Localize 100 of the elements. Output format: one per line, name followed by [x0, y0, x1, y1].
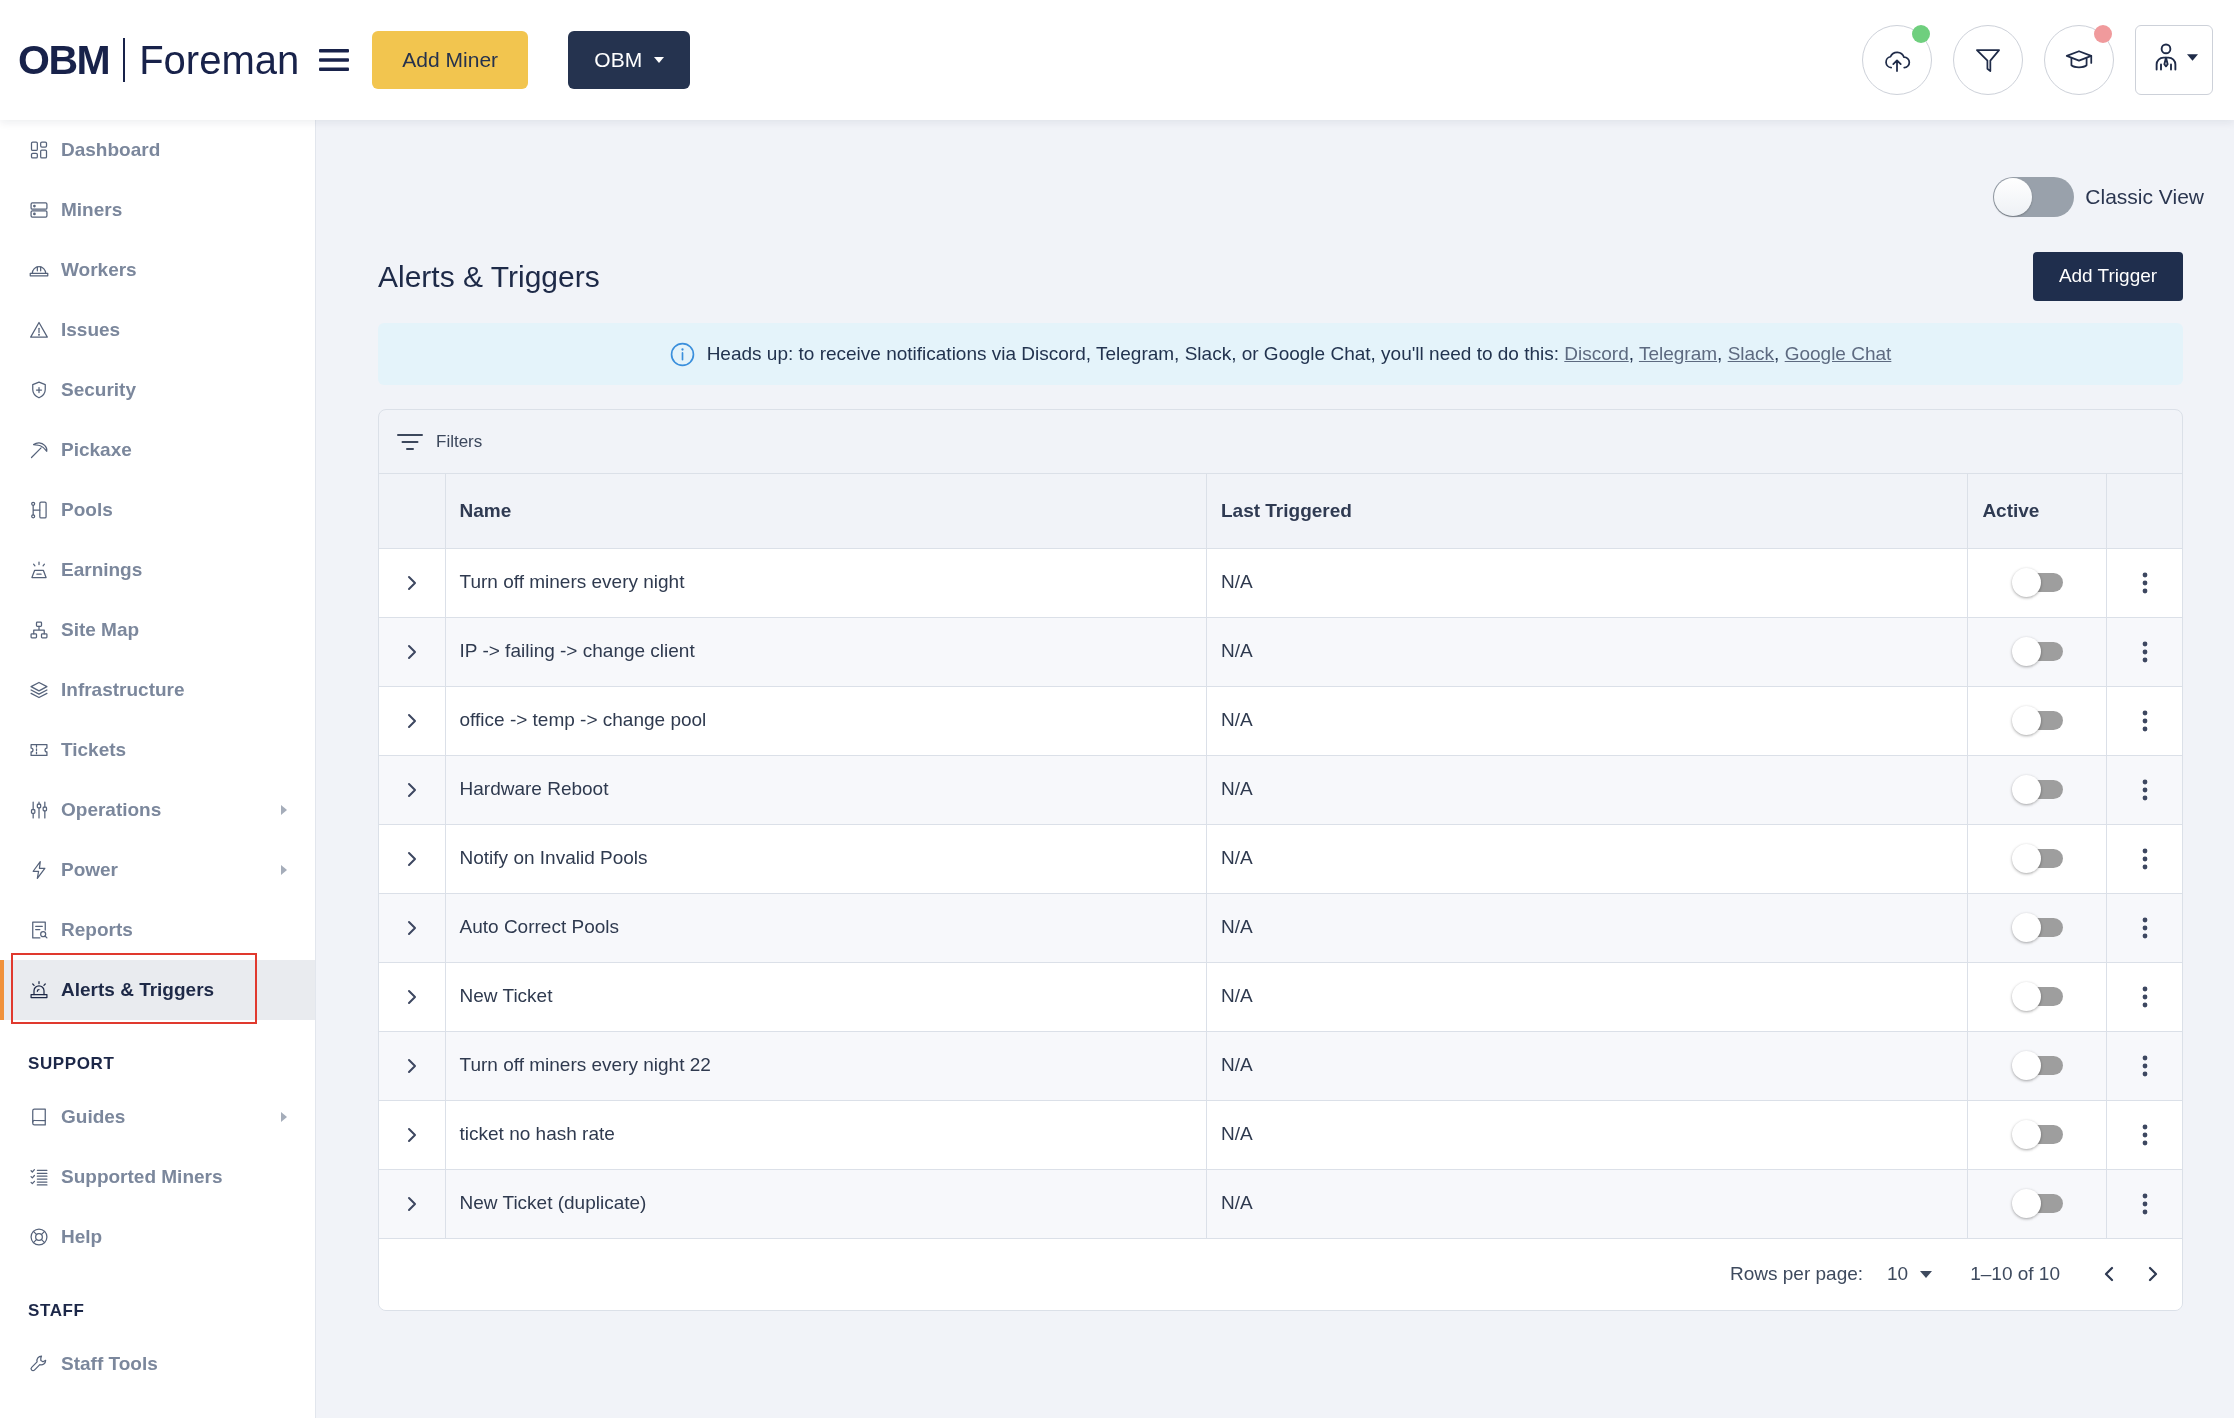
- sidebar-item[interactable]: Workers: [0, 240, 315, 300]
- info-icon: [669, 341, 695, 367]
- column-header: Active: [1967, 474, 2107, 548]
- kebab-menu-icon[interactable]: [2141, 1054, 2148, 1077]
- filters-button[interactable]: Filters: [393, 428, 487, 455]
- chevron-left-icon[interactable]: [2104, 1266, 2114, 1282]
- chevron-right-icon[interactable]: [406, 574, 417, 591]
- layers-icon: [29, 680, 49, 700]
- table-cell: Auto Correct Pools: [445, 893, 1207, 962]
- table-cell: N/A: [1206, 686, 1968, 755]
- add-miner-button[interactable]: Add Miner: [372, 31, 529, 89]
- table-cell: N/A: [1206, 755, 1968, 824]
- sidebar-item[interactable]: Reports: [0, 900, 315, 960]
- menu-icon[interactable]: [319, 48, 350, 72]
- toggle-switch[interactable]: [2011, 1189, 2063, 1218]
- sidebar-item[interactable]: Operations: [0, 780, 315, 840]
- chevron-right-icon[interactable]: [406, 919, 417, 936]
- wrench-icon: [29, 1354, 49, 1374]
- table-cell: IP -> failing -> change client: [445, 617, 1207, 686]
- toggle-switch[interactable]: [2011, 706, 2063, 735]
- sidebar-item[interactable]: Alerts & Triggers: [0, 960, 315, 1020]
- column-header: Name: [445, 474, 1207, 548]
- sliders-icon: [29, 800, 49, 820]
- caret-down-icon: [654, 57, 665, 63]
- link[interactable]: Discord: [1564, 342, 1629, 364]
- caret-down-icon: [1920, 1270, 1933, 1278]
- table-cell: N/A: [1206, 893, 1968, 962]
- toggle-switch[interactable]: [2011, 844, 2063, 873]
- sidebar-item[interactable]: Pools: [0, 480, 315, 540]
- chevron-right-icon[interactable]: [406, 988, 417, 1005]
- account-button[interactable]: [2135, 25, 2213, 95]
- table-cell: N/A: [1206, 1169, 1968, 1238]
- rows-per-page-label: Rows per page:: [1729, 1261, 1864, 1286]
- sidebar-item[interactable]: Staff Tools: [0, 1334, 315, 1394]
- checklist-icon: [29, 1167, 49, 1187]
- chevron-right-icon[interactable]: [406, 1057, 417, 1074]
- column-header: Last Triggered: [1206, 474, 1968, 548]
- table-cell: Turn off miners every night 22: [445, 1031, 1207, 1100]
- toggle-switch[interactable]: [2011, 1120, 2063, 1149]
- page-range-label: 1–10 of 10: [1970, 1261, 2060, 1286]
- toggle-switch[interactable]: [2011, 775, 2063, 804]
- chevron-right-icon[interactable]: [406, 712, 417, 729]
- link[interactable]: Google Chat: [1784, 342, 1892, 364]
- table-cell: New Ticket (duplicate): [445, 1169, 1207, 1238]
- table-cell: N/A: [1206, 1031, 1968, 1100]
- rows-per-page-select[interactable]: 10: [1885, 1259, 1935, 1289]
- chevron-right-icon[interactable]: [406, 850, 417, 867]
- table-cell: Turn off miners every night: [445, 548, 1207, 617]
- sidebar-item[interactable]: Issues: [0, 300, 315, 360]
- filter-icon: [1974, 46, 2002, 74]
- sidebar-item[interactable]: Pickaxe: [0, 420, 315, 480]
- table-cell: N/A: [1206, 824, 1968, 893]
- table-cell: Notify on Invalid Pools: [445, 824, 1207, 893]
- add-trigger-button[interactable]: Add Trigger: [2033, 252, 2183, 301]
- kebab-menu-icon[interactable]: [2141, 571, 2148, 594]
- chevron-right-icon[interactable]: [406, 1195, 417, 1212]
- sidebar-item[interactable]: Tickets: [0, 720, 315, 780]
- page-title: Alerts & Triggers: [378, 258, 600, 295]
- link[interactable]: Slack: [1727, 342, 1775, 364]
- chevron-right-icon[interactable]: [406, 643, 417, 660]
- sidebar-item[interactable]: Guides: [0, 1087, 315, 1147]
- table-cell: N/A: [1206, 962, 1968, 1031]
- caret-down-icon: [2186, 53, 2198, 61]
- sidebar-item[interactable]: Help: [0, 1207, 315, 1267]
- sidebar-item[interactable]: Supported Miners: [0, 1147, 315, 1207]
- sidebar-item[interactable]: Earnings: [0, 540, 315, 600]
- chevron-right-icon[interactable]: [2148, 1266, 2158, 1282]
- ingot-icon: [29, 560, 49, 580]
- sidebar-item[interactable]: Power: [0, 840, 315, 900]
- kebab-menu-icon[interactable]: [2141, 1192, 2148, 1215]
- organization-dropdown[interactable]: OBM: [568, 31, 691, 89]
- toggle-switch[interactable]: [2011, 568, 2063, 597]
- kebab-menu-icon[interactable]: [2141, 778, 2148, 801]
- kebab-menu-icon[interactable]: [2141, 640, 2148, 663]
- toggle-switch[interactable]: [2011, 913, 2063, 942]
- kebab-menu-icon[interactable]: [2141, 1123, 2148, 1146]
- sidebar-item[interactable]: Security: [0, 360, 315, 420]
- toggle-switch[interactable]: [2011, 637, 2063, 666]
- toggle-switch[interactable]: [2011, 982, 2063, 1011]
- sidebar-item[interactable]: Infrastructure: [0, 660, 315, 720]
- link[interactable]: Telegram: [1638, 342, 1718, 364]
- logo-mark: OBM: [18, 39, 110, 81]
- table-cell: New Ticket: [445, 962, 1207, 1031]
- sidebar-item[interactable]: Site Map: [0, 600, 315, 660]
- kebab-menu-icon[interactable]: [2141, 847, 2148, 870]
- sidebar-item[interactable]: Dashboard: [0, 120, 315, 180]
- chevron-right-icon[interactable]: [406, 781, 417, 798]
- chevron-right-icon[interactable]: [406, 1126, 417, 1143]
- kebab-menu-icon[interactable]: [2141, 985, 2148, 1008]
- kebab-menu-icon[interactable]: [2141, 916, 2148, 939]
- kebab-menu-icon[interactable]: [2141, 709, 2148, 732]
- sidebar-item[interactable]: Miners: [0, 180, 315, 240]
- table-cell: ticket no hash rate: [445, 1100, 1207, 1169]
- table-cell: Hardware Reboot: [445, 755, 1207, 824]
- filter-lines-icon: [397, 432, 423, 451]
- classic-view-switch[interactable]: [1993, 177, 2075, 217]
- classic-view-label: Classic View: [2085, 184, 2204, 211]
- toggle-switch[interactable]: [2011, 1051, 2063, 1080]
- table-cell: N/A: [1206, 617, 1968, 686]
- nodes-icon: [29, 500, 49, 520]
